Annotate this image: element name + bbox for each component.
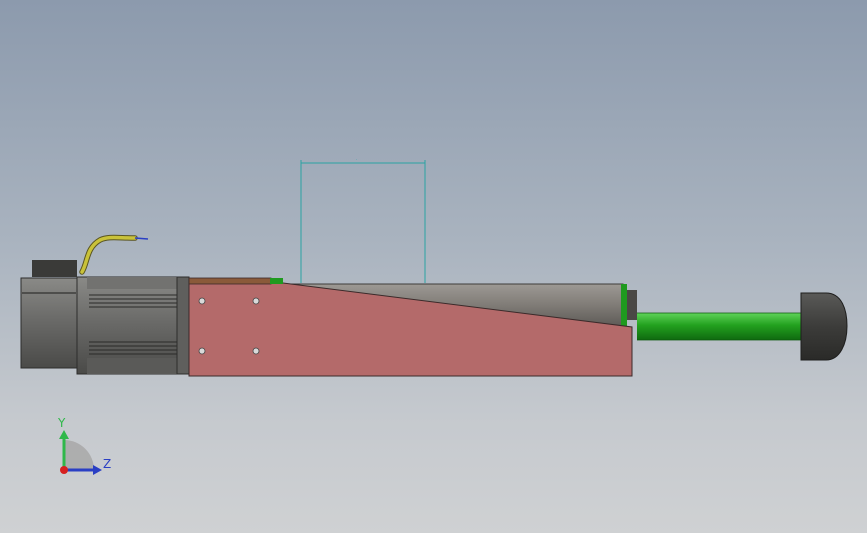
motor-endcap[interactable] bbox=[20, 277, 78, 369]
triad-plane bbox=[64, 440, 94, 470]
dimension-value: · bbox=[356, 157, 357, 162]
mounting-hole bbox=[198, 347, 206, 355]
y-axis-label: Y bbox=[57, 416, 66, 430]
triad-origin bbox=[60, 466, 68, 474]
dimension-sketch[interactable]: · bbox=[300, 157, 426, 283]
orientation-triad[interactable]: Y Z bbox=[57, 416, 111, 475]
encoder-connector[interactable] bbox=[32, 260, 77, 277]
piston-rod[interactable] bbox=[637, 312, 805, 341]
z-axis-label: Z bbox=[103, 457, 111, 471]
mounting-hole bbox=[198, 297, 206, 305]
servo-motor[interactable] bbox=[20, 260, 190, 375]
motor-cable[interactable] bbox=[79, 234, 149, 275]
rod-end-cap[interactable] bbox=[800, 292, 848, 361]
graphics-viewport[interactable]: · Y Z bbox=[0, 0, 867, 533]
barrel-seal-ring[interactable] bbox=[621, 284, 627, 326]
mounting-hole bbox=[252, 297, 260, 305]
model-view[interactable]: · Y Z bbox=[0, 0, 867, 533]
mounting-hole bbox=[252, 347, 260, 355]
